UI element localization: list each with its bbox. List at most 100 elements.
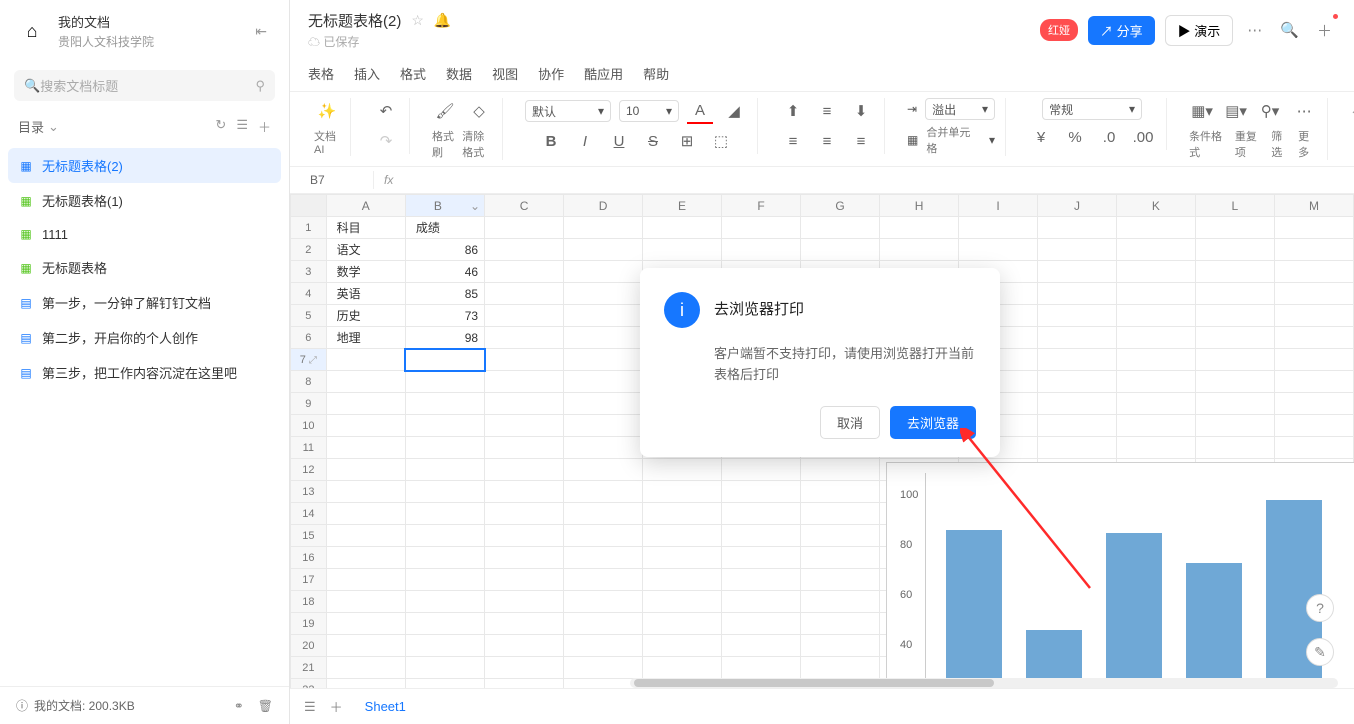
cell-B18[interactable] xyxy=(405,591,484,613)
cell-J11[interactable] xyxy=(1037,437,1116,459)
cell-B7[interactable] xyxy=(405,349,484,371)
cell-C5[interactable] xyxy=(485,305,564,327)
cell-E19[interactable] xyxy=(643,613,722,635)
filter-top-icon[interactable]: ⚲▾ xyxy=(1257,98,1283,124)
cell-G1[interactable] xyxy=(801,217,880,239)
cell-M6[interactable] xyxy=(1274,327,1353,349)
row-header-10[interactable]: 10 xyxy=(291,415,327,437)
cell-B6[interactable]: 98 xyxy=(405,327,484,349)
row-header-14[interactable]: 14 xyxy=(291,503,327,525)
cell-A19[interactable] xyxy=(326,613,405,635)
cell-J4[interactable] xyxy=(1037,283,1116,305)
cell-B8[interactable] xyxy=(405,371,484,393)
cell-B2[interactable]: 86 xyxy=(405,239,484,261)
chart[interactable]: 020406080100语文数学英语历史地理 成绩 xyxy=(886,462,1354,688)
cell-M3[interactable] xyxy=(1274,261,1353,283)
row-header-18[interactable]: 18 xyxy=(291,591,327,613)
cell-D7[interactable] xyxy=(564,349,643,371)
home-icon[interactable]: ⌂ xyxy=(16,15,48,47)
cell-C19[interactable] xyxy=(485,613,564,635)
cell-J5[interactable] xyxy=(1037,305,1116,327)
cell-G19[interactable] xyxy=(801,613,880,635)
col-header-I[interactable]: I xyxy=(959,195,1038,217)
cell-K10[interactable] xyxy=(1116,415,1195,437)
cell-J6[interactable] xyxy=(1037,327,1116,349)
cell-E1[interactable] xyxy=(643,217,722,239)
cell-M8[interactable] xyxy=(1274,371,1353,393)
cell-L2[interactable] xyxy=(1195,239,1274,261)
cell-E2[interactable] xyxy=(643,239,722,261)
cell-J7[interactable] xyxy=(1037,349,1116,371)
cell-A22[interactable] xyxy=(326,679,405,689)
col-header-A[interactable]: A xyxy=(326,195,405,217)
cell-C13[interactable] xyxy=(485,481,564,503)
percent-icon[interactable]: % xyxy=(1062,124,1088,150)
cell-G2[interactable] xyxy=(801,239,880,261)
cell-K6[interactable] xyxy=(1116,327,1195,349)
cell-D5[interactable] xyxy=(564,305,643,327)
cell-B19[interactable] xyxy=(405,613,484,635)
font-color-icon[interactable]: A xyxy=(687,98,713,124)
cell-K2[interactable] xyxy=(1116,239,1195,261)
cell-A12[interactable] xyxy=(326,459,405,481)
menu-酷应用[interactable]: 酷应用 xyxy=(584,64,623,83)
cell-B11[interactable] xyxy=(405,437,484,459)
cell-B3[interactable]: 46 xyxy=(405,261,484,283)
cell-L3[interactable] xyxy=(1195,261,1274,283)
cell-D2[interactable] xyxy=(564,239,643,261)
cell-C1[interactable] xyxy=(485,217,564,239)
cell-G18[interactable] xyxy=(801,591,880,613)
cell-A2[interactable]: 语文 xyxy=(326,239,405,261)
menu-视图[interactable]: 视图 xyxy=(492,64,518,83)
cell-L10[interactable] xyxy=(1195,415,1274,437)
row-header-3[interactable]: 3 xyxy=(291,261,327,283)
cell-A13[interactable] xyxy=(326,481,405,503)
sidebar-item-3[interactable]: ▦无标题表格 xyxy=(8,250,281,285)
share-tree-icon[interactable]: ⚭ xyxy=(234,699,244,713)
cell-M1[interactable] xyxy=(1274,217,1353,239)
cell-C11[interactable] xyxy=(485,437,564,459)
row-header-4[interactable]: 4 xyxy=(291,283,327,305)
cell-J10[interactable] xyxy=(1037,415,1116,437)
cell-K11[interactable] xyxy=(1116,437,1195,459)
col-header-K[interactable]: K xyxy=(1116,195,1195,217)
col-header-E[interactable]: E xyxy=(643,195,722,217)
cell-F20[interactable] xyxy=(722,635,801,657)
cell-H1[interactable] xyxy=(880,217,959,239)
cell-G21[interactable] xyxy=(801,657,880,679)
sidebar-item-4[interactable]: ▤第一步，一分钟了解钉钉文档 xyxy=(8,285,281,320)
cell-D17[interactable] xyxy=(564,569,643,591)
cell-B10[interactable] xyxy=(405,415,484,437)
cell-B21[interactable] xyxy=(405,657,484,679)
border-icon[interactable]: ⊞ xyxy=(674,128,700,154)
ai-icon[interactable]: ✨ xyxy=(314,98,340,124)
cell-F13[interactable] xyxy=(722,481,801,503)
row-header-9[interactable]: 9 xyxy=(291,393,327,415)
overflow-icon[interactable]: ⇥ xyxy=(907,102,917,116)
valign-mid-icon[interactable]: ≡ xyxy=(814,98,840,124)
row-header-15[interactable]: 15 xyxy=(291,525,327,547)
more-icon[interactable]: ⋯ xyxy=(1243,17,1266,43)
row-header-8[interactable]: 8 xyxy=(291,371,327,393)
cell-J1[interactable] xyxy=(1037,217,1116,239)
cell-F1[interactable] xyxy=(722,217,801,239)
col-header-G[interactable]: G xyxy=(801,195,880,217)
cell-F15[interactable] xyxy=(722,525,801,547)
valign-top-icon[interactable]: ⬆ xyxy=(780,98,806,124)
cell-C20[interactable] xyxy=(485,635,564,657)
cell-B13[interactable] xyxy=(405,481,484,503)
row-header-20[interactable]: 20 xyxy=(291,635,327,657)
menu-表格[interactable]: 表格 xyxy=(308,64,334,83)
col-header-B[interactable]: B ⌄ xyxy=(405,195,484,217)
cell-G12[interactable] xyxy=(801,459,880,481)
refresh-icon[interactable]: ↻ xyxy=(215,117,226,136)
menu-数据[interactable]: 数据 xyxy=(446,64,472,83)
row-header-7[interactable]: 7 ⤢ xyxy=(291,349,327,371)
cell-M11[interactable] xyxy=(1274,437,1353,459)
menu-格式[interactable]: 格式 xyxy=(400,64,426,83)
cell-B4[interactable]: 85 xyxy=(405,283,484,305)
cell-L7[interactable] xyxy=(1195,349,1274,371)
cell-H2[interactable] xyxy=(880,239,959,261)
share-button[interactable]: ↗ 分享 xyxy=(1088,16,1155,45)
cell-A16[interactable] xyxy=(326,547,405,569)
